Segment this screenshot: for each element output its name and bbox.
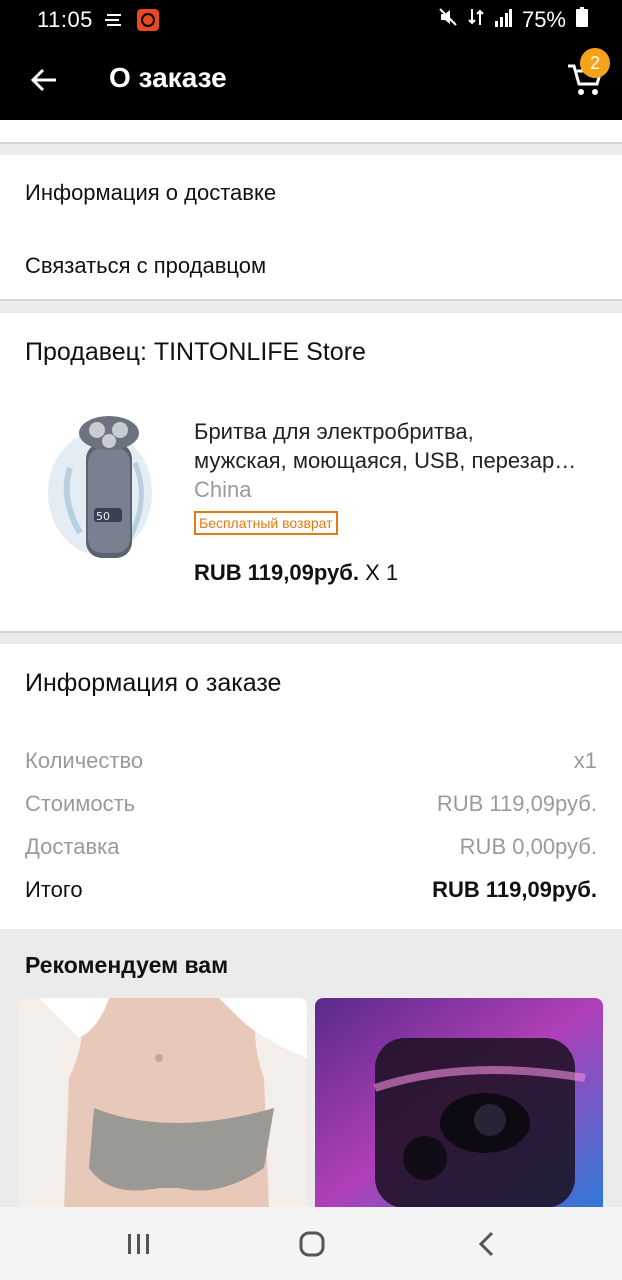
status-bar: 11:05 75% <box>0 0 622 40</box>
product-quantity: X 1 <box>365 560 399 585</box>
back-nav-icon[interactable] <box>467 1229 507 1259</box>
product-title-line1: Бритва для электробритва, <box>194 419 474 444</box>
divider <box>0 142 622 144</box>
battery-icon <box>576 7 588 33</box>
app-notification-icon <box>136 9 159 31</box>
contact-seller-link[interactable]: Связаться с продавцом <box>25 253 266 279</box>
back-arrow-icon[interactable] <box>28 64 60 96</box>
cost-row: Стоимость RUB 119,09руб. <box>25 791 597 817</box>
status-time: 11:05 <box>37 7 93 32</box>
signal-icon <box>494 7 512 33</box>
recommended-product-card[interactable] <box>19 998 307 1210</box>
cart-count-badge: 2 <box>580 48 610 78</box>
seller-name[interactable]: Продавец: TINTONLIFE Store <box>25 338 366 367</box>
mute-icon <box>438 7 458 33</box>
top-section-remnant <box>0 120 622 142</box>
product-image[interactable]: 50 <box>40 408 178 563</box>
recent-apps-icon[interactable] <box>119 1229 159 1259</box>
product-title[interactable]: Бритва для электробритва, мужская, моюща… <box>194 417 594 475</box>
page-title: О заказе <box>109 62 227 93</box>
quantity-row: Количество x1 <box>25 748 597 774</box>
divider <box>0 299 622 301</box>
free-return-badge: Бесплатный возврат <box>194 511 338 535</box>
total-label: Итого <box>25 877 83 902</box>
shipping-label: Доставка <box>25 834 120 859</box>
total-row: Итого RUB 119,09руб. <box>25 877 597 903</box>
product-title-line2: мужская, моющаяся, USB, перезар… <box>194 448 577 473</box>
notification-icon <box>104 13 125 27</box>
shipping-value: RUB 0,00руб. <box>459 834 597 859</box>
delivery-info-link[interactable]: Информация о доставке <box>25 180 276 206</box>
quantity-label: Количество <box>25 748 144 773</box>
shipping-row: Доставка RUB 0,00руб. <box>25 834 597 860</box>
cost-value: RUB 119,09руб. <box>436 791 597 816</box>
home-icon[interactable] <box>292 1229 332 1259</box>
product-origin: China <box>194 477 252 502</box>
svg-text:50: 50 <box>96 510 110 523</box>
battery-percent: 75% <box>521 7 566 32</box>
divider <box>0 631 622 633</box>
cost-label: Стоимость <box>25 791 136 816</box>
total-value: RUB 119,09руб. <box>432 877 597 902</box>
recommended-product-card[interactable] <box>315 998 603 1210</box>
app-bar: О заказе 2 <box>0 40 622 120</box>
product-price: RUB 119,09руб. <box>194 560 359 585</box>
product-price-line: RUB 119,09руб. X 1 <box>194 560 398 586</box>
data-icon <box>468 7 484 33</box>
quantity-value: x1 <box>573 748 597 773</box>
system-nav-bar <box>0 1207 622 1280</box>
recommend-title: Рекомендуем вам <box>25 952 229 978</box>
order-info-title: Информация о заказе <box>25 669 282 697</box>
